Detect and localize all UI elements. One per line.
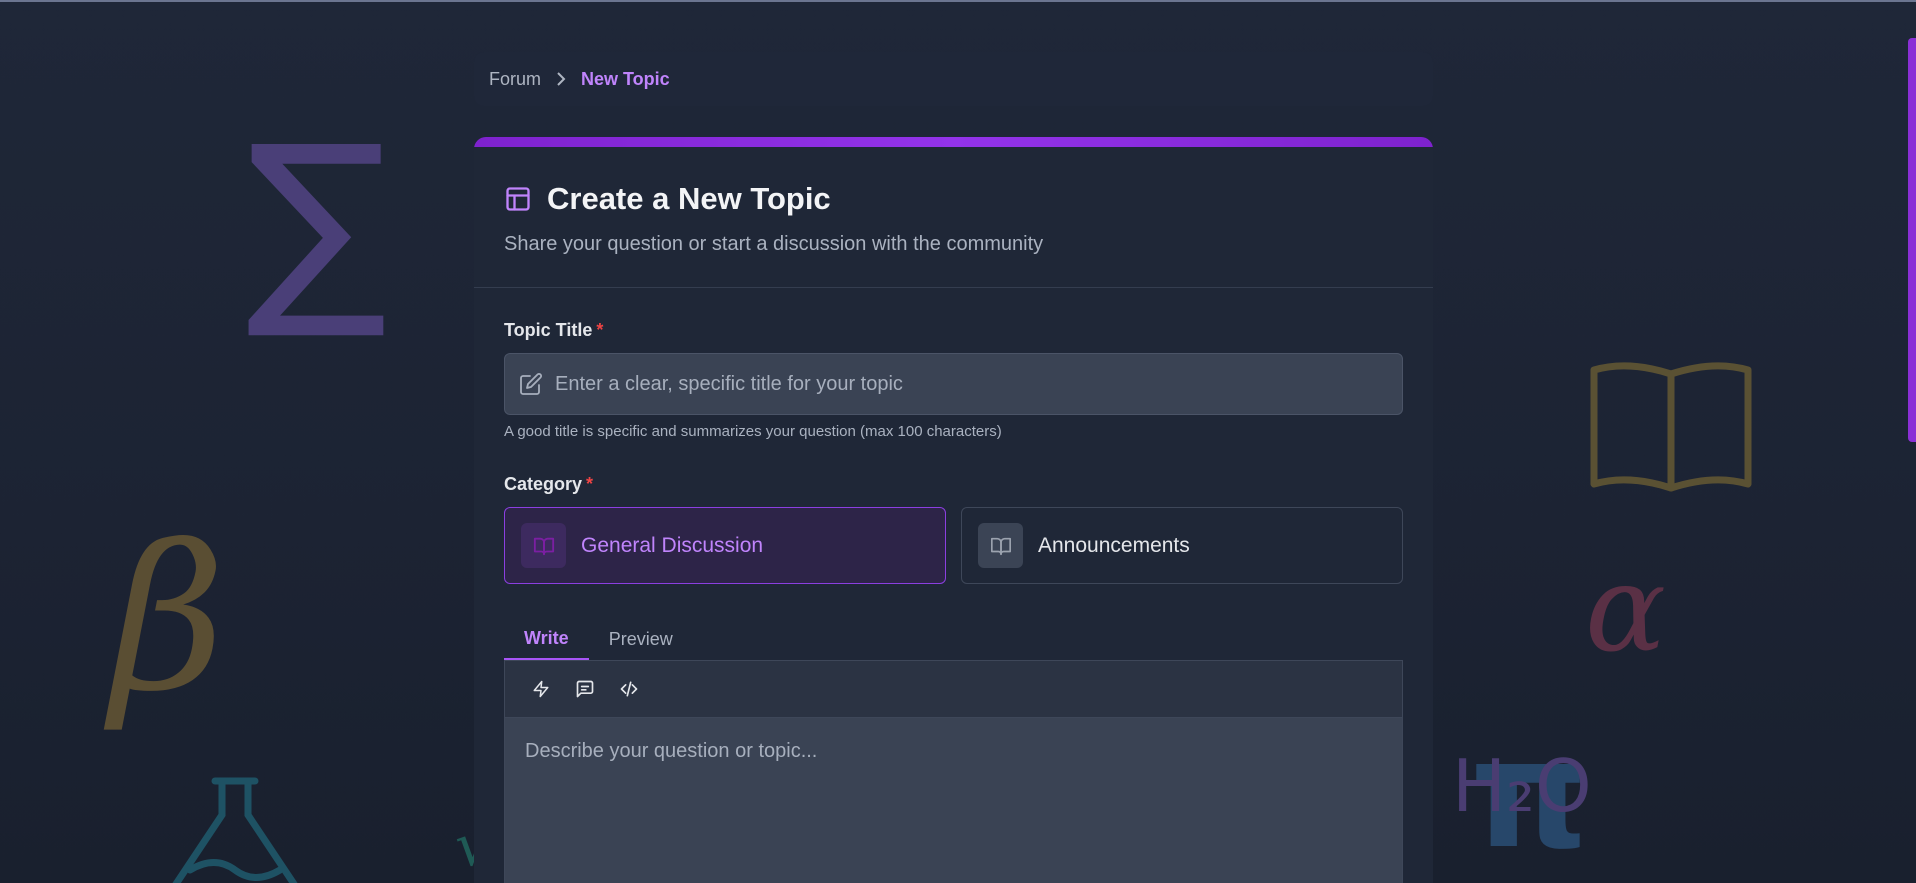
beta-decoration: β [110,503,226,736]
tab-preview[interactable]: Preview [589,618,693,660]
category-label: Category * [504,474,1403,495]
category-option-label: Announcements [1038,533,1190,557]
code-icon[interactable] [617,677,641,701]
tab-write[interactable]: Write [504,618,589,660]
category-option-announcements[interactable]: Announcements [961,507,1403,584]
sigma-decoration: ∑ [246,100,388,345]
page-subtitle: Share your question or start a discussio… [504,233,1044,255]
topic-title-input[interactable] [555,372,1402,396]
new-topic-card: Create a New Topic Share your question o… [474,137,1433,883]
category-options: General Discussion Announcements [504,507,1403,584]
category-option-general-discussion[interactable]: General Discussion [504,507,946,584]
category-option-label: General Discussion [581,533,764,557]
zap-icon[interactable] [529,677,553,701]
book-decoration-icon [1588,360,1754,501]
page-title: Create a New Topic [547,181,831,216]
h2o-decoration: H₂O [1452,744,1592,828]
category-label-text: Category [504,474,583,494]
content-editor [504,661,1403,883]
card-accent-bar [474,137,1433,147]
topic-title-field [504,353,1403,415]
content-textarea[interactable] [525,740,1382,883]
book-open-icon [521,523,566,568]
required-marker: * [586,474,594,494]
pi-decoration: π [1470,708,1589,882]
page-scrollbar[interactable] [1908,38,1916,442]
topic-title-label: Topic Title * [504,320,1403,341]
alpha-decoration: α [1585,540,1667,679]
editor-tabs: Write Preview [504,618,1403,661]
breadcrumb-forum-link[interactable]: Forum [489,69,541,90]
edit-icon [519,372,543,396]
chevron-right-icon [555,71,567,87]
card-header: Create a New Topic Share your question o… [474,147,1433,288]
breadcrumb-current: New Topic [581,68,670,89]
book-open-icon [978,523,1023,568]
top-border [0,0,1916,2]
message-square-icon[interactable] [573,677,597,701]
content-area [505,718,1402,883]
topic-title-label-text: Topic Title [504,320,593,340]
editor-toolbar [505,661,1402,718]
topic-title-hint: A good title is specific and summarizes … [504,423,1002,440]
topic-form: Topic Title* A good title is specific an… [474,288,1433,883]
layout-icon [504,185,532,213]
flask-decoration-icon [160,775,310,883]
breadcrumb: Forum New Topic [474,52,1433,106]
required-marker: * [596,320,604,340]
